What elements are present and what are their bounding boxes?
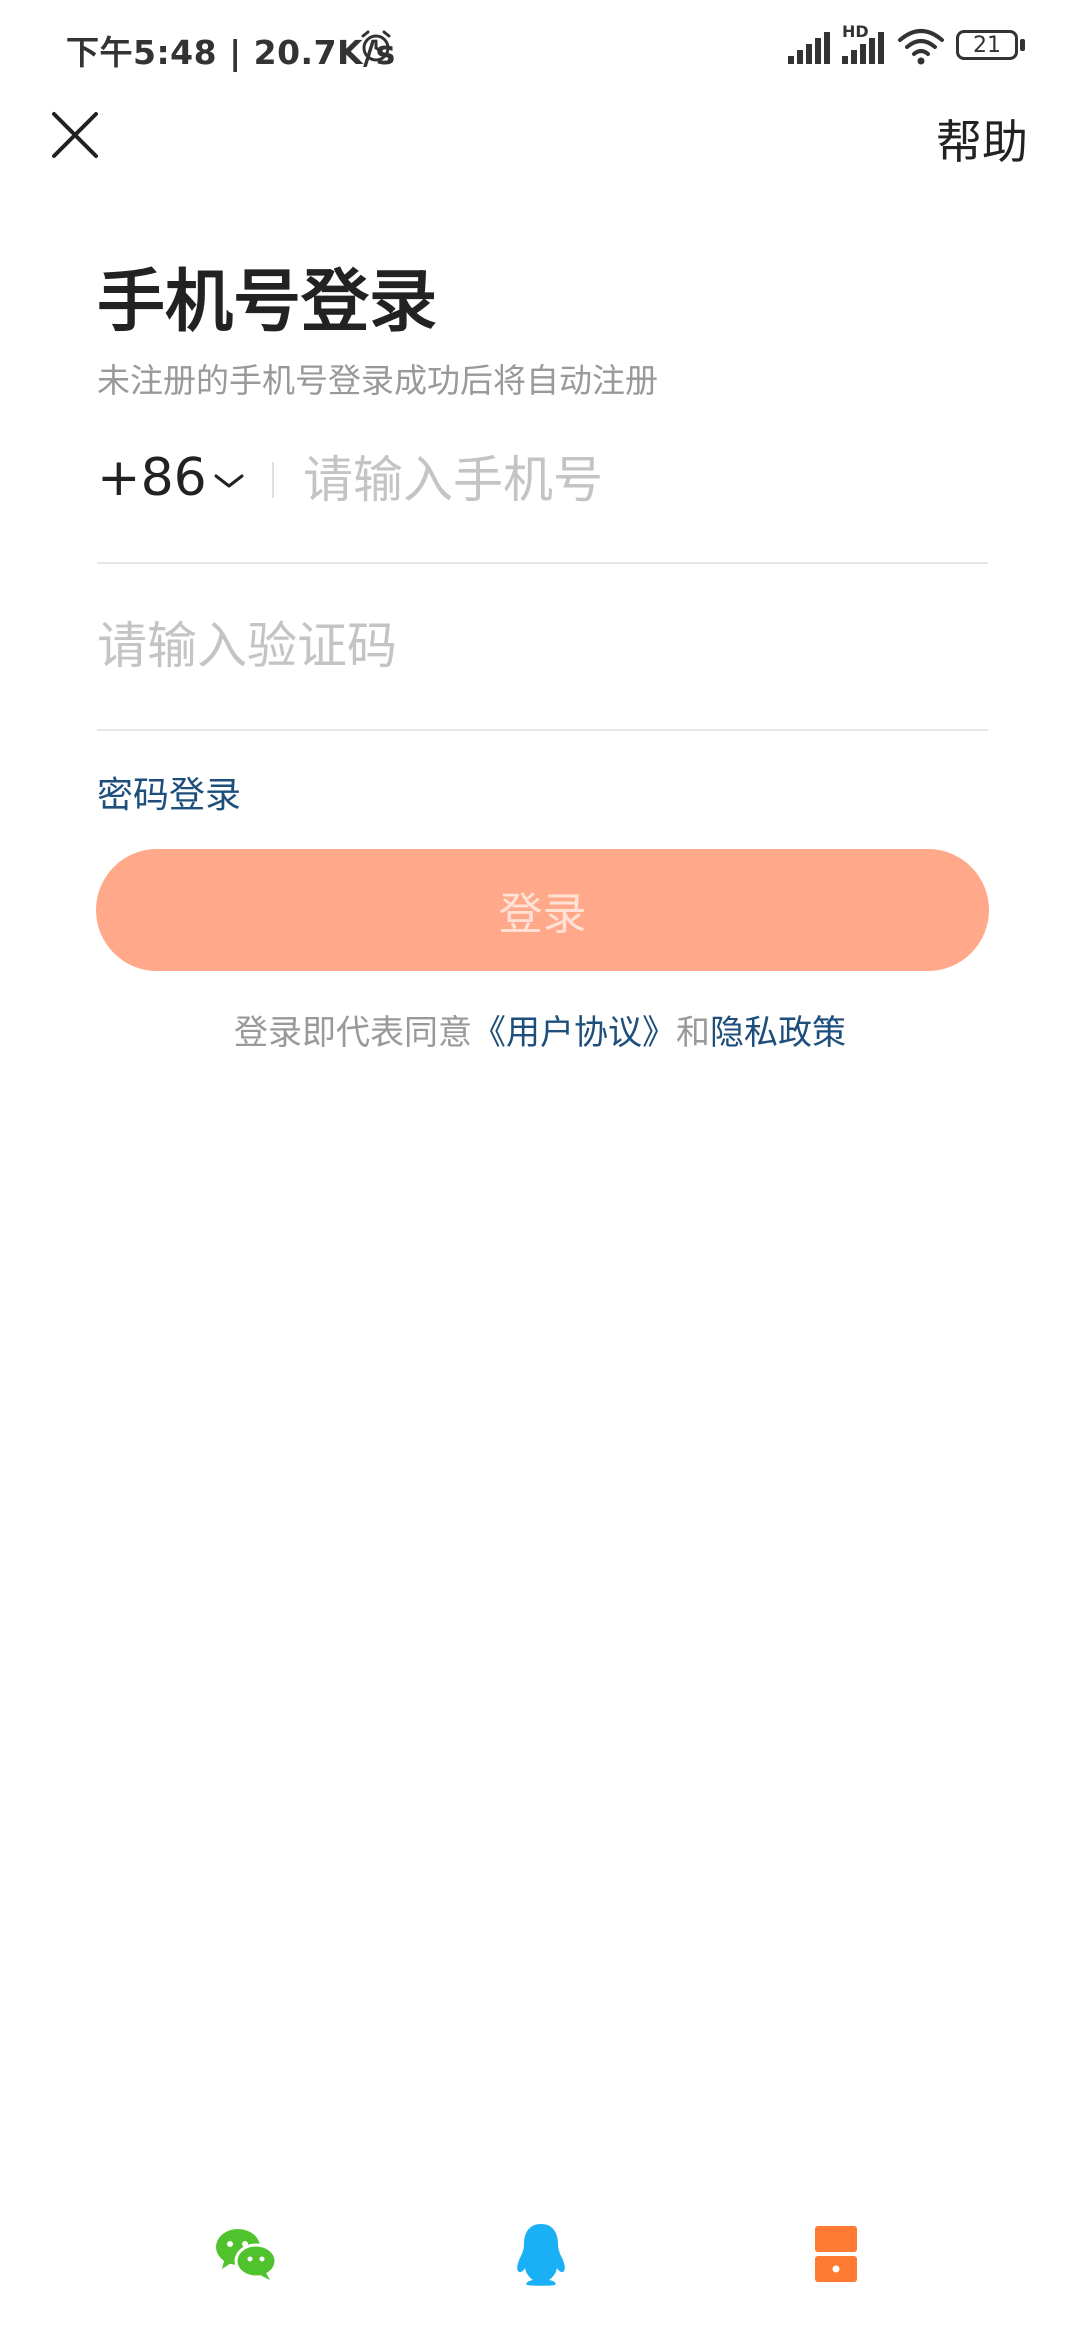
close-icon xyxy=(52,112,98,158)
phone-underline xyxy=(97,562,988,564)
privacy-policy-link[interactable]: 隐私政策 xyxy=(710,1013,846,1053)
code-underline xyxy=(97,729,988,731)
agreement-conjunction: 和 xyxy=(676,1013,710,1053)
wechat-login-button[interactable] xyxy=(210,2222,282,2286)
page-title: 手机号登录 xyxy=(97,263,438,342)
qq-icon xyxy=(517,2224,565,2286)
password-login-link[interactable]: 密码登录 xyxy=(97,766,241,818)
user-agreement-link[interactable]: 《用户协议》 xyxy=(472,1013,676,1053)
agreement-prefix: 登录即代表同意 xyxy=(234,1013,472,1053)
country-code-selector[interactable]: +86 xyxy=(97,448,207,508)
status-time: 下午5:48 | 20.7K/s xyxy=(66,33,396,72)
signal-hd-icon xyxy=(842,32,884,64)
phone-divider xyxy=(272,462,274,498)
signal-icon xyxy=(788,32,830,64)
status-bar: 下午5:48 | 20.7K/s HD 21 xyxy=(0,0,1080,96)
wifi-icon xyxy=(898,29,944,65)
battery-level: 21 xyxy=(973,32,1001,58)
device-login-icon xyxy=(815,2226,857,2282)
page-subtitle: 未注册的手机号登录成功后将自动注册 xyxy=(97,361,658,400)
login-button[interactable]: 登录 xyxy=(96,849,989,971)
battery-tip xyxy=(1020,39,1025,51)
battery-icon: 21 xyxy=(956,30,1018,60)
phone-input[interactable] xyxy=(303,440,983,520)
alarm-icon xyxy=(361,30,391,62)
chevron-down-icon[interactable] xyxy=(212,464,246,498)
help-link[interactable]: 帮助 xyxy=(936,106,1028,172)
other-login-button[interactable] xyxy=(800,2222,872,2286)
qq-login-button[interactable] xyxy=(505,2222,577,2286)
close-button[interactable] xyxy=(40,100,110,170)
verification-code-input[interactable] xyxy=(97,606,977,686)
agreement-text: 登录即代表同意《用户协议》和隐私政策 xyxy=(0,1005,1080,1054)
wechat-icon xyxy=(216,2229,278,2280)
